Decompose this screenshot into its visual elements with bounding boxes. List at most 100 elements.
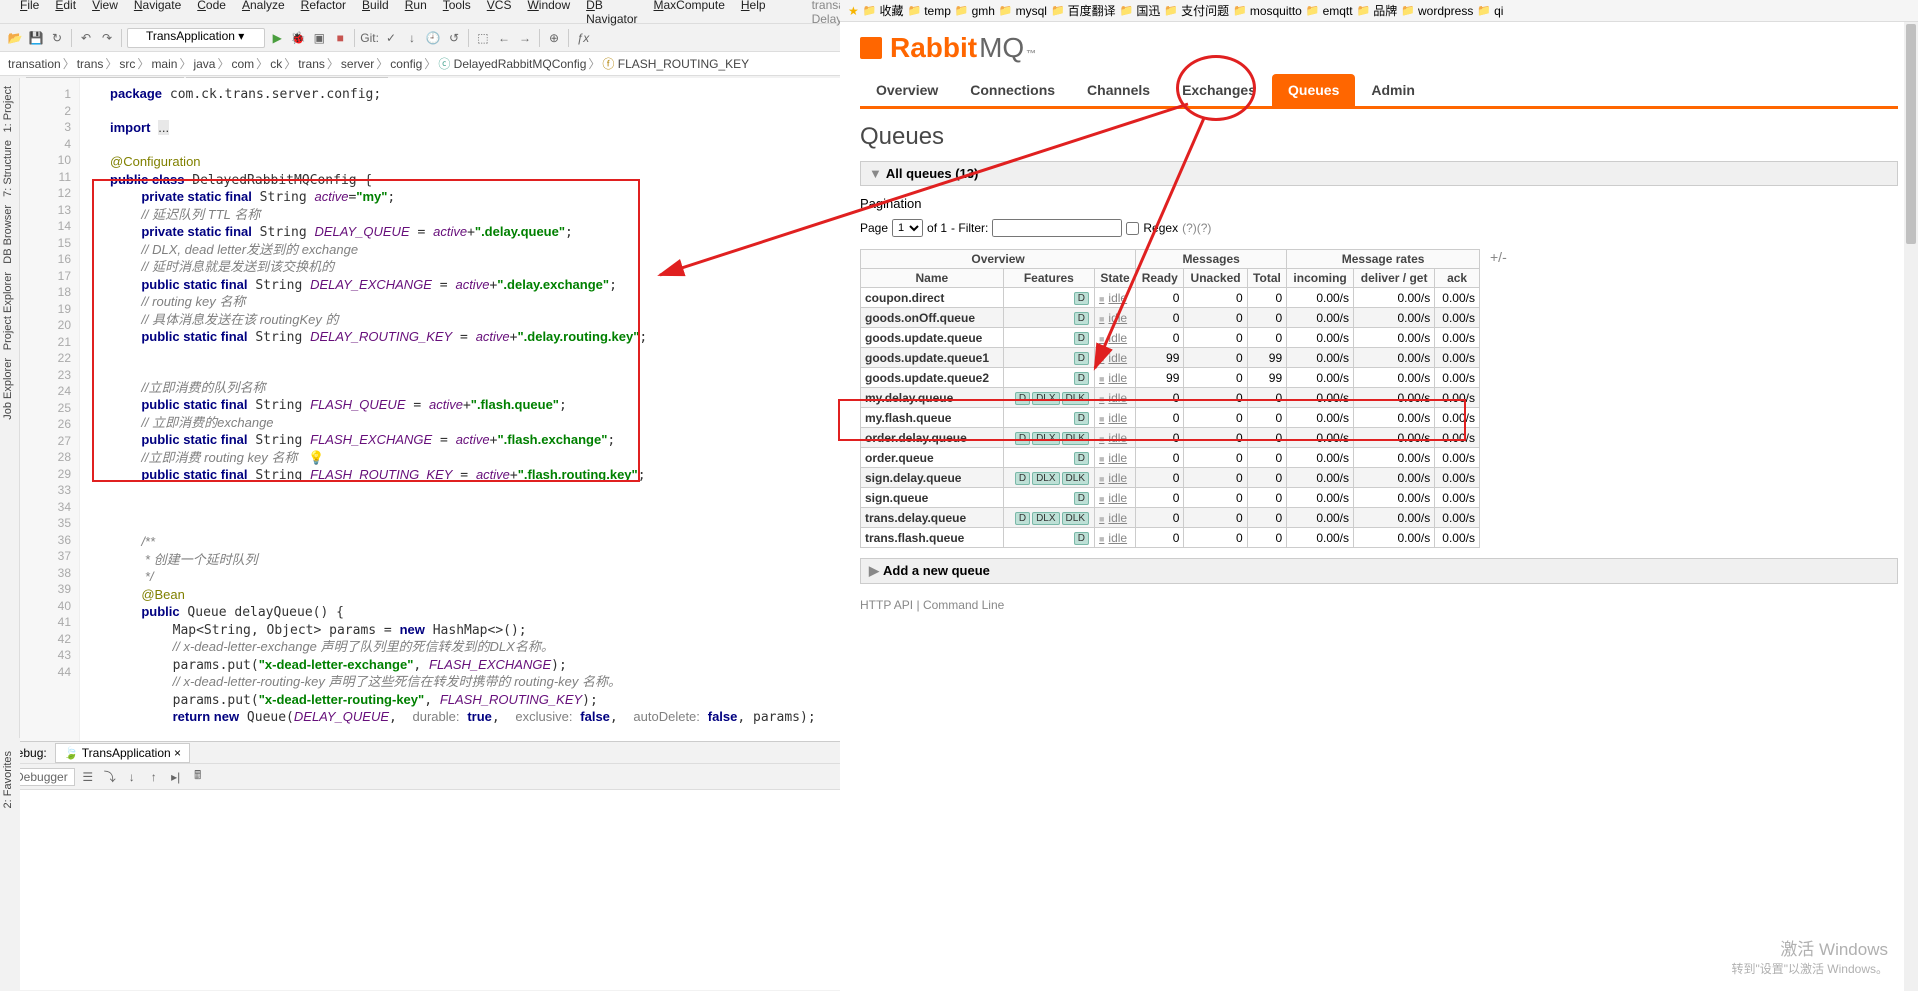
bookmark-item[interactable]: 📁品牌: [1357, 2, 1398, 19]
refresh-icon[interactable]: ↻: [48, 29, 66, 47]
undo-icon[interactable]: ↶: [77, 29, 95, 47]
menu-code[interactable]: Code: [191, 0, 232, 27]
http-api-link[interactable]: HTTP API: [860, 598, 913, 612]
emoji-icon[interactable]: ƒx: [574, 29, 592, 47]
bookmark-item[interactable]: 📁国迅: [1120, 2, 1161, 19]
menu-refactor[interactable]: Refactor: [295, 0, 352, 27]
col-features[interactable]: Features: [1003, 269, 1094, 288]
menu-run[interactable]: Run: [399, 0, 433, 27]
table-row[interactable]: order.delay.queueDDLXDLKidle0000.00/s0.0…: [861, 428, 1480, 448]
nav-admin[interactable]: Admin: [1355, 74, 1431, 106]
bookmark-item[interactable]: 📁gmh: [955, 4, 995, 18]
table-row[interactable]: coupon.directDidle0000.00/s0.00/s0.00/s: [861, 288, 1480, 308]
save-icon[interactable]: 💾: [27, 29, 45, 47]
table-row[interactable]: goods.update.queue2Didle990990.00/s0.00/…: [861, 368, 1480, 388]
vcs-revert-icon[interactable]: ↺: [445, 29, 463, 47]
breadcrumb-segment[interactable]: java: [193, 57, 215, 71]
breadcrumb-segment[interactable]: main: [151, 57, 177, 71]
run-to-cursor-icon[interactable]: ▸|: [167, 768, 185, 786]
table-row[interactable]: my.delay.queueDDLXDLKidle0000.00/s0.00/s…: [861, 388, 1480, 408]
bookmark-item[interactable]: 📁收藏: [863, 2, 904, 19]
debug-tab[interactable]: 🍃 TransApplication ×: [55, 743, 190, 763]
stop-icon[interactable]: ■: [331, 29, 349, 47]
bookmark-item[interactable]: 📁mosquitto: [1233, 4, 1302, 18]
menu-help[interactable]: Help: [735, 0, 772, 27]
coverage-icon[interactable]: ▣: [310, 29, 328, 47]
redo-icon[interactable]: ↷: [98, 29, 116, 47]
threads-icon[interactable]: ☰: [79, 768, 97, 786]
col-unacked[interactable]: Unacked: [1184, 269, 1247, 288]
breadcrumb-segment[interactable]: config: [390, 57, 422, 71]
menu-edit[interactable]: Edit: [49, 0, 82, 27]
menu-db navigator[interactable]: DB Navigator: [580, 0, 643, 27]
run-icon[interactable]: ▶: [268, 29, 286, 47]
structure-icon[interactable]: ⬚: [474, 29, 492, 47]
menu-maxcompute[interactable]: MaxCompute: [648, 0, 731, 27]
bookmark-item[interactable]: 📁支付问题: [1164, 2, 1229, 19]
step-out-icon[interactable]: ↑: [145, 768, 163, 786]
add-queue-collapser[interactable]: ▶Add a new queue: [860, 558, 1898, 584]
breadcrumb-segment[interactable]: trans: [298, 57, 325, 71]
menu-vcs[interactable]: VCS: [481, 0, 518, 27]
nav-exchanges[interactable]: Exchanges: [1166, 74, 1272, 106]
menu-build[interactable]: Build: [356, 0, 395, 27]
menu-view[interactable]: View: [86, 0, 124, 27]
breadcrumb-segment[interactable]: trans: [77, 57, 104, 71]
breadcrumb-segment[interactable]: server: [341, 57, 374, 71]
filter-input[interactable]: [992, 219, 1122, 237]
evaluate-icon[interactable]: 🖩: [189, 768, 207, 786]
col-ready[interactable]: Ready: [1136, 269, 1184, 288]
rmq-scrollbar[interactable]: [1904, 22, 1918, 991]
table-row[interactable]: goods.update.queue1Didle990990.00/s0.00/…: [861, 348, 1480, 368]
tool-window-project[interactable]: 1: Project: [2, 86, 14, 132]
col-incoming[interactable]: incoming: [1287, 269, 1354, 288]
nav-queues[interactable]: Queues: [1272, 74, 1355, 106]
page-select[interactable]: 1: [892, 219, 923, 237]
forward-icon[interactable]: →: [516, 29, 534, 47]
vcs-update-icon[interactable]: ✓: [382, 29, 400, 47]
columns-toggle[interactable]: +/-: [1480, 249, 1507, 265]
vcs-history-icon[interactable]: 🕘: [424, 29, 442, 47]
bookmark-item[interactable]: 📁qi: [1477, 4, 1503, 18]
col-name[interactable]: Name: [861, 269, 1004, 288]
breadcrumb-segment[interactable]: ck: [270, 57, 282, 71]
back-icon[interactable]: ←: [495, 29, 513, 47]
bookmark-item[interactable]: 📁temp: [907, 4, 950, 18]
translate-icon[interactable]: ⊕: [545, 29, 563, 47]
table-row[interactable]: order.queueDidle0000.00/s0.00/s0.00/s: [861, 448, 1480, 468]
favorites-tool[interactable]: 2: Favorites: [2, 751, 14, 808]
table-row[interactable]: trans.flash.queueDidle0000.00/s0.00/s0.0…: [861, 528, 1480, 548]
regex-checkbox[interactable]: [1126, 222, 1139, 235]
breadcrumb[interactable]: transation〉trans〉src〉main〉java〉com〉ck〉tr…: [0, 52, 840, 76]
tool-window-dbbrowser[interactable]: DB Browser: [2, 205, 14, 264]
nav-connections[interactable]: Connections: [954, 74, 1071, 106]
breadcrumb-segment[interactable]: com: [232, 57, 255, 71]
run-config-dropdown[interactable]: TransApplication ▾: [127, 28, 265, 48]
bookmark-item[interactable]: 📁百度翻译: [1051, 2, 1116, 19]
bookmark-item[interactable]: 📁mysql: [999, 4, 1047, 18]
breadcrumb-segment[interactable]: transation: [8, 57, 61, 71]
col-ack[interactable]: ack: [1435, 269, 1480, 288]
breadcrumb-segment[interactable]: ⓒ DelayedRabbitMQConfig: [438, 55, 586, 72]
table-row[interactable]: my.flash.queueDidle0000.00/s0.00/s0.00/s: [861, 408, 1480, 428]
step-into-icon[interactable]: ↓: [123, 768, 141, 786]
col-total[interactable]: Total: [1247, 269, 1286, 288]
table-row[interactable]: sign.queueDidle0000.00/s0.00/s0.00/s: [861, 488, 1480, 508]
code-area[interactable]: package com.ck.trans.server.config; impo…: [100, 78, 840, 741]
col-deliverget[interactable]: deliver / get: [1354, 269, 1435, 288]
nav-overview[interactable]: Overview: [860, 74, 954, 106]
step-over-icon[interactable]: ⤵: [101, 768, 119, 786]
menu-tools[interactable]: Tools: [437, 0, 477, 27]
table-row[interactable]: trans.delay.queueDDLXDLKidle0000.00/s0.0…: [861, 508, 1480, 528]
breadcrumb-segment[interactable]: ⓕ FLASH_ROUTING_KEY: [602, 55, 749, 72]
tool-window-projectexplorer[interactable]: Project Explorer: [2, 272, 14, 350]
all-queues-collapser[interactable]: ▼All queues (13): [860, 161, 1898, 186]
bookmark-star-icon[interactable]: ★: [848, 4, 859, 18]
open-icon[interactable]: 📂: [6, 29, 24, 47]
bookmark-item[interactable]: 📁emqtt: [1306, 4, 1353, 18]
nav-channels[interactable]: Channels: [1071, 74, 1166, 106]
table-row[interactable]: sign.delay.queueDDLXDLKidle0000.00/s0.00…: [861, 468, 1480, 488]
menu-analyze[interactable]: Analyze: [236, 0, 291, 27]
bookmark-item[interactable]: 📁wordpress: [1401, 4, 1473, 18]
vcs-commit-icon[interactable]: ↓: [403, 29, 421, 47]
